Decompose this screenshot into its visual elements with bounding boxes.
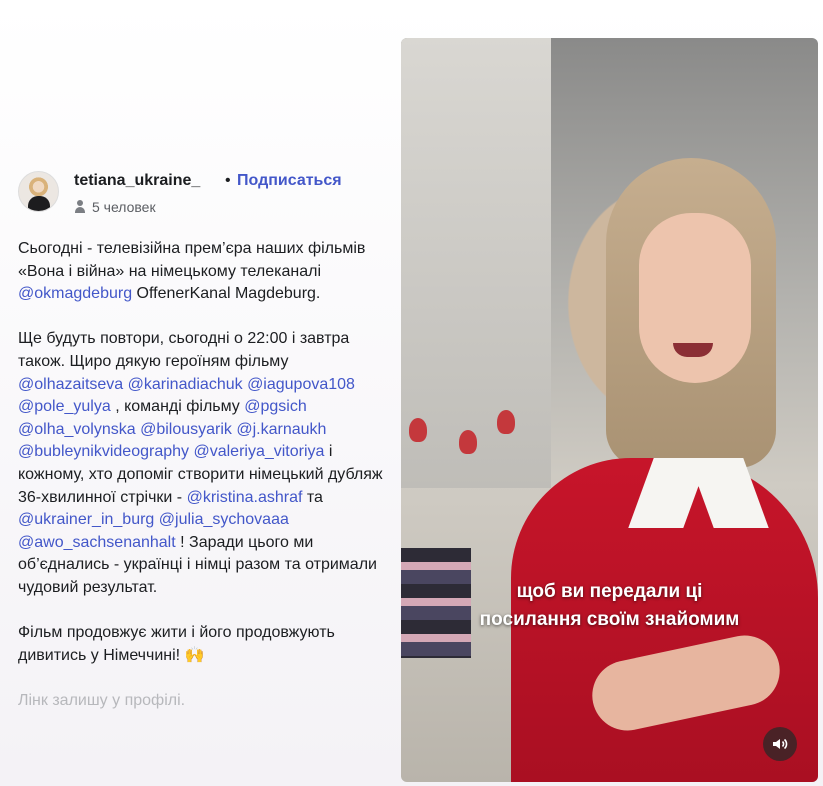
sound-on-icon (773, 738, 788, 750)
mention-link[interactable]: @j.karnaukh (236, 421, 326, 438)
mention-link[interactable]: @bilousyarik (140, 421, 232, 438)
post-caption: Сьогодні - телевізійна прем’єра наших фі… (18, 238, 388, 735)
video-person-face (639, 213, 751, 383)
mention-link[interactable]: @iagupova108 (247, 376, 355, 393)
avatar[interactable] (18, 171, 59, 212)
mention-link[interactable]: @kristina.ashraf (187, 489, 303, 506)
reel-video[interactable]: щоб ви передали ці посилання своїм знайо… (401, 38, 818, 782)
caption-text: Ще будуть повтори, сьогодні о 22:00 і за… (18, 330, 350, 370)
person-icon (74, 200, 86, 213)
caption-text: та (302, 488, 323, 506)
caption-text: OffenerKanal Magdeburg. (132, 285, 321, 303)
author-row: tetiana_ukraine_ • Подписаться 5 человек (18, 171, 398, 215)
mention-link[interactable]: @valeriya_vitoriya (193, 443, 324, 460)
caption-text: Фільм продовжує жити і його продовжують … (18, 624, 335, 664)
followers-count: 5 человек (92, 199, 156, 215)
caption-paragraph-3: Фільм продовжує жити і його продовжують … (18, 622, 388, 667)
caption-text: , команді фільму (110, 398, 245, 416)
sound-toggle-button[interactable] (763, 727, 797, 761)
caption-paragraph-2: Ще будуть повтори, сьогодні о 22:00 і за… (18, 328, 388, 599)
mention-link[interactable]: @ukrainer_in_burg (18, 511, 154, 528)
post-panel: tetiana_ukraine_ • Подписаться 5 человек… (0, 0, 401, 786)
video-tulip (459, 430, 477, 454)
followers-row: 5 человек (74, 199, 156, 215)
caption-paragraph-4: Лінк залишу у профілі. (18, 691, 186, 709)
mention-link[interactable]: @awo_sachsenanhalt (18, 534, 176, 551)
video-subtitle-line-2: посилання своїм знайомим (479, 609, 740, 630)
subscribe-button[interactable]: Подписаться (237, 172, 342, 190)
video-tulip (497, 410, 515, 434)
separator-dot: • (225, 172, 231, 189)
avatar-figure (28, 196, 50, 211)
mention-link[interactable]: @julia_sychovaaa (159, 511, 289, 528)
video-books (401, 548, 471, 658)
mention-link[interactable]: @pole_yulya (18, 398, 111, 415)
username[interactable]: tetiana_ukraine_ (74, 172, 200, 190)
mention-link[interactable]: @olha_volynska (18, 421, 136, 438)
mention-link[interactable]: @pgsich (244, 398, 307, 415)
mention-link[interactable]: @okmagdeburg (18, 285, 132, 302)
mention-link[interactable]: @olhazaitseva (18, 376, 123, 393)
video-subtitle-line-1: щоб ви передали ці (516, 581, 703, 602)
caption-text: Сьогодні - телевізійна прем’єра наших фі… (18, 240, 366, 280)
mention-link[interactable]: @bubleynikvideography (18, 443, 189, 460)
mention-link[interactable]: @karinadiachuk (128, 376, 243, 393)
video-tulip (409, 418, 427, 442)
caption-paragraph-1: Сьогодні - телевізійна прем’єра наших фі… (18, 238, 388, 306)
